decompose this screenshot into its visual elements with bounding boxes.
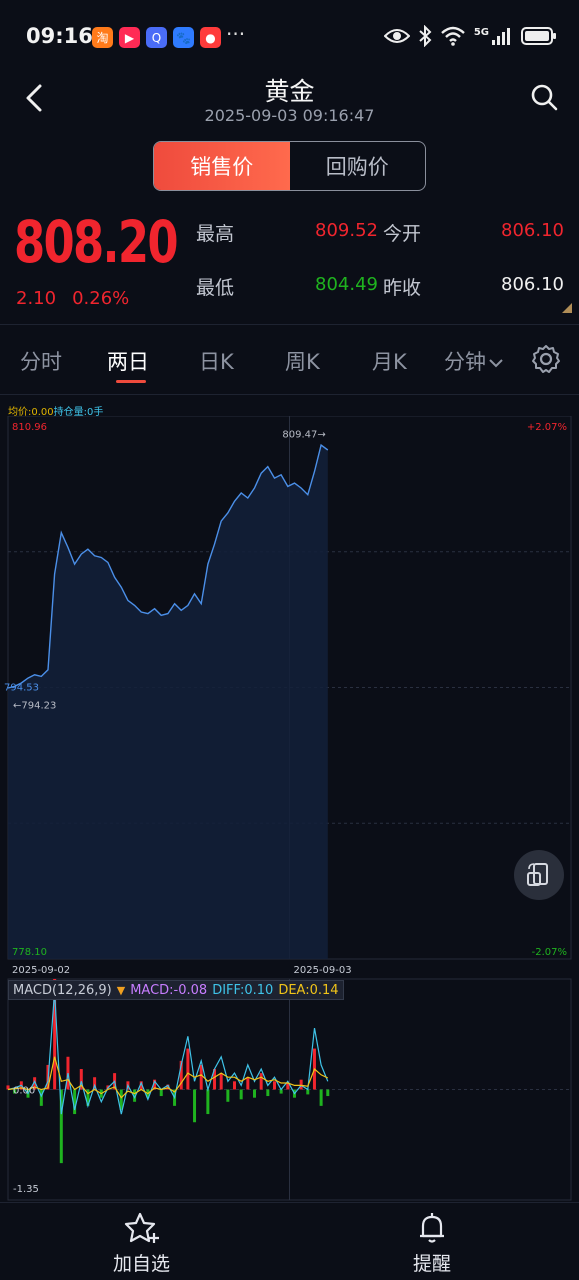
macd-legend: MACD(12,26,9) ▼ MACD:-0.08 DIFF:0.10 DEA… — [8, 980, 344, 1000]
battery-icon — [521, 27, 556, 45]
period-tabs: 分时 两日 日K 周K 月K 分钟 — [0, 328, 579, 392]
price-chart[interactable]: 810.96 778.10 +2.07% -2.07% ←794.23 794.53 809… — [0, 416, 579, 976]
open-label: 今开 — [383, 223, 422, 245]
change-amount: 2.10 — [16, 288, 57, 309]
page-header: 黄金 2025-09-03 09:16:47 — [0, 72, 579, 132]
tab-sell-price[interactable]: 销售价 — [154, 142, 290, 190]
add-watchlist-label: 加自选 — [113, 1253, 171, 1275]
active-tab-indicator — [116, 380, 146, 383]
gear-icon[interactable] — [531, 344, 561, 374]
status-app-icons: 淘 ▶ Q 🐾 ● — [92, 27, 221, 48]
rotate-screen-button[interactable] — [514, 850, 564, 900]
x-label-mid: 2025-09-03 — [294, 965, 352, 976]
divider — [0, 394, 579, 395]
bluetooth-icon — [419, 25, 432, 47]
open-value: 806.10 — [501, 220, 564, 241]
prev-close-value: 806.10 — [501, 274, 564, 295]
high-label: 最高 — [196, 223, 235, 245]
current-price: 808.20 — [14, 208, 179, 276]
video-app-icon: ▶ — [119, 27, 140, 48]
price-type-switch: 销售价 回购价 — [153, 141, 426, 191]
alert-button[interactable]: 提醒 — [413, 1211, 451, 1276]
tab-intraday[interactable]: 分时 — [20, 346, 62, 376]
chevron-down-icon — [489, 359, 503, 368]
map-app-icon: ● — [200, 27, 221, 48]
pct-min-label: -2.07% — [532, 947, 567, 958]
baidu-app-icon: 🐾 — [173, 27, 194, 48]
price-change: 2.10 0.26% — [16, 288, 129, 309]
tab-two-day[interactable]: 两日 — [107, 346, 149, 376]
search-icon[interactable] — [529, 82, 559, 112]
macd-value: MACD:-0.08 — [130, 982, 208, 998]
high-value: 809.52 — [315, 220, 378, 241]
eye-icon — [383, 29, 410, 43]
status-bar: 09:16 淘 ▶ Q 🐾 ● ··· 5G — [0, 0, 579, 72]
network-type: 5G — [473, 26, 489, 38]
add-watchlist-button[interactable]: 加自选 — [113, 1211, 170, 1276]
status-system-icons: 5G — [383, 25, 557, 47]
tab-minute-label: 分钟 — [444, 350, 486, 374]
macd-min-label: -1.35 — [13, 1184, 39, 1195]
status-more-icon: ··· — [226, 22, 246, 46]
low-marker-label: ←794.23 — [13, 700, 56, 711]
bottom-bar: 加自选 提醒 — [0, 1202, 579, 1280]
macd-params: MACD(12,26,9) — [13, 982, 112, 998]
alert-label: 提醒 — [413, 1253, 452, 1275]
low-label: 最低 — [196, 277, 235, 299]
tab-monthly-k[interactable]: 月K — [372, 346, 407, 376]
star-plus-icon — [124, 1212, 159, 1243]
status-time: 09:16 — [26, 24, 93, 48]
y-max-label: 810.96 — [12, 422, 47, 433]
expand-corner-icon[interactable] — [562, 303, 572, 313]
pct-max-label: +2.07% — [527, 422, 567, 433]
tab-buyback-price[interactable]: 回购价 — [290, 142, 426, 190]
page-title: 黄金 — [264, 77, 315, 106]
wifi-icon — [441, 26, 465, 46]
taobao-app-icon: 淘 — [92, 27, 113, 48]
tab-minute[interactable]: 分钟 — [444, 346, 504, 376]
dea-value: DEA:0.14 — [278, 982, 339, 998]
change-percent: 0.26% — [72, 288, 130, 309]
prev-close-label: 昨收 — [383, 277, 422, 299]
macd-chart[interactable]: 0.00 -1.35 — [0, 976, 579, 1202]
bell-icon — [420, 1213, 444, 1243]
start-value-label: 794.53 — [4, 683, 39, 694]
browser-app-icon: Q — [146, 27, 167, 48]
quote-timestamp: 2025-09-03 09:16:47 — [204, 106, 375, 125]
high-marker-label: 809.47→ — [282, 430, 325, 441]
macd-dropdown-icon[interactable]: ▼ — [117, 984, 125, 997]
y-min-label: 778.10 — [12, 947, 47, 958]
signal-icon — [492, 28, 510, 45]
divider — [0, 324, 579, 325]
tab-weekly-k[interactable]: 周K — [285, 346, 320, 376]
macd-zero-label: 0.00 — [13, 1086, 35, 1097]
tab-daily-k[interactable]: 日K — [199, 346, 234, 376]
diff-value: DIFF:0.10 — [212, 982, 274, 998]
x-label-start: 2025-09-02 — [12, 965, 70, 976]
rotate-screen-icon — [527, 863, 548, 886]
low-value: 804.49 — [315, 274, 378, 295]
